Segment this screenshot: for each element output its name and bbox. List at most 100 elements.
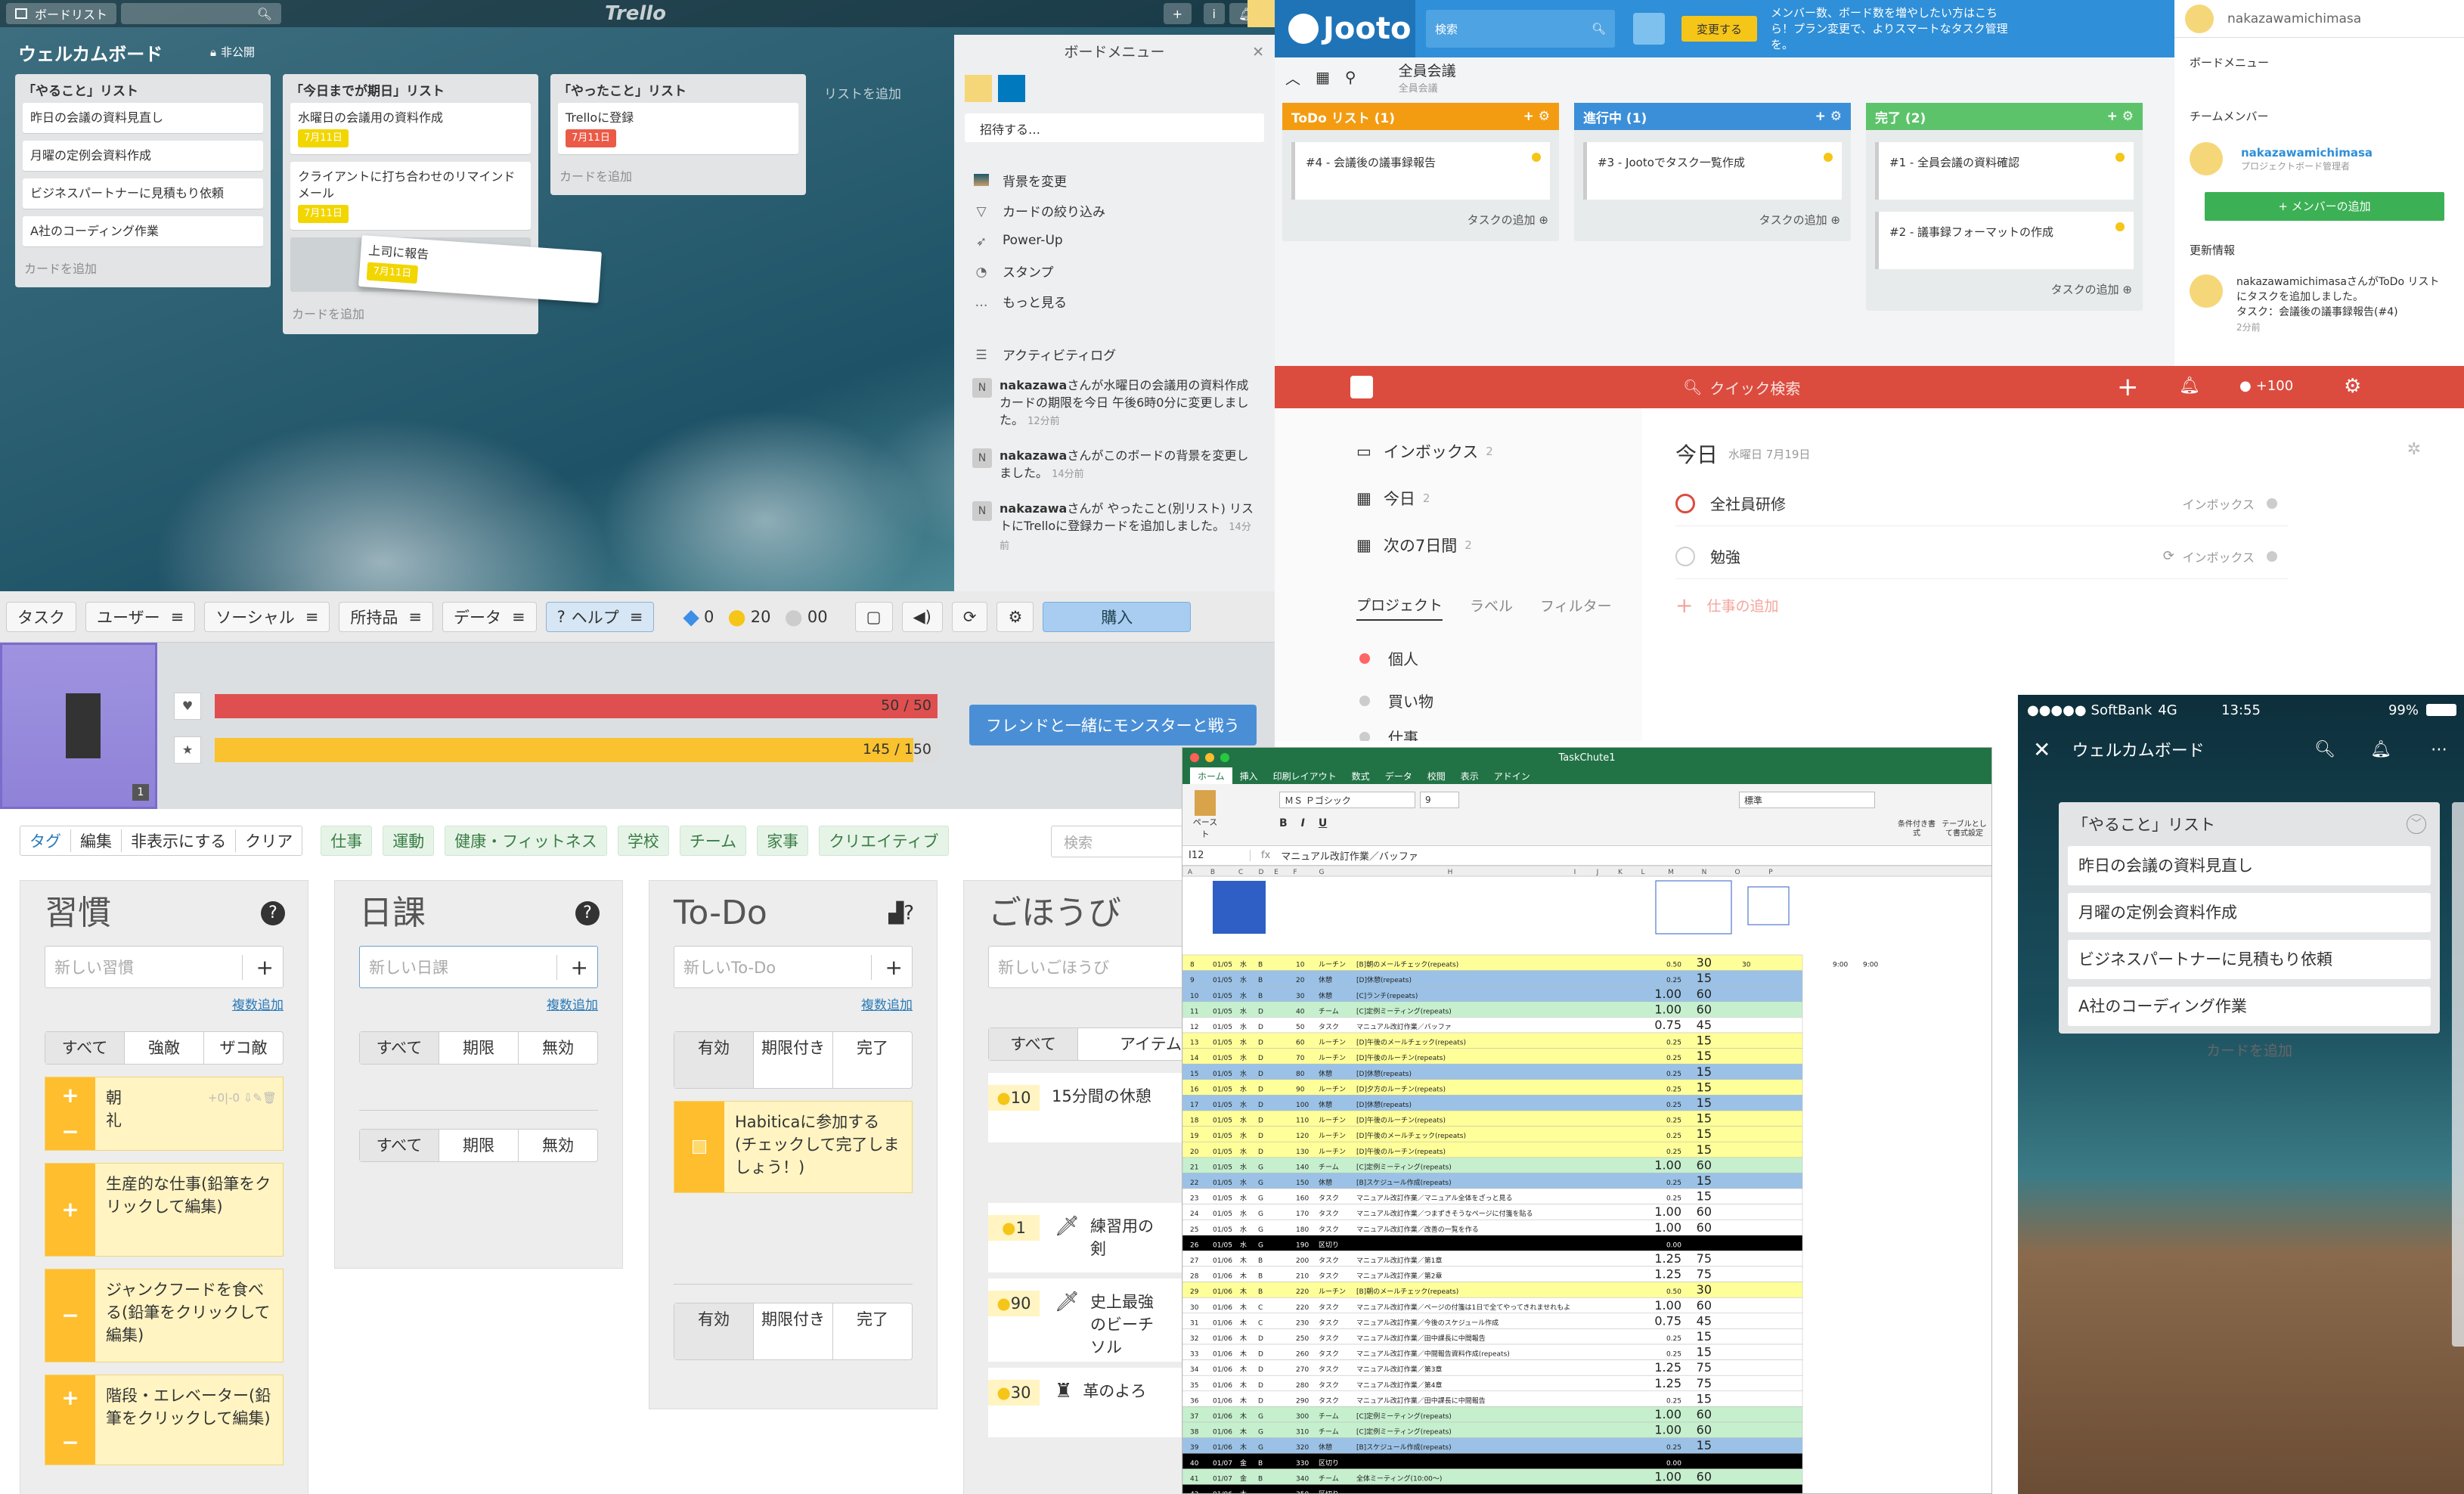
menu-data[interactable]: データ ≡ xyxy=(442,601,537,632)
chevron-down-icon[interactable]: ﹀ xyxy=(2407,814,2426,834)
tab-inactive[interactable]: 無効 xyxy=(519,1130,597,1161)
boards-button[interactable]: ボードリスト xyxy=(6,3,117,24)
bell-icon[interactable]: 🔔︎ xyxy=(2370,740,2391,759)
checkbox[interactable] xyxy=(1675,493,1695,513)
bold-icon[interactable]: B xyxy=(1279,817,1288,829)
nav-today[interactable]: ▦ 今日 2 xyxy=(1356,487,1430,510)
close-icon[interactable]: ✕ xyxy=(2033,737,2050,762)
more-icon[interactable]: ⋯ xyxy=(2431,740,2447,759)
italic-icon[interactable]: I xyxy=(1301,817,1305,829)
list-item[interactable]: #4 - 会議後の議事録報告 xyxy=(1291,142,1550,200)
spreadsheet-grid[interactable]: A B C D E F G H I J K L M N O P8 01/05 水 B 10 ルーチン [B]朝のメールチェ… xyxy=(1182,866,1992,1493)
list-item[interactable]: + 生産的な仕事(鉛筆をクリックして編集) xyxy=(45,1163,284,1257)
add-icon[interactable]: + xyxy=(1163,3,1192,24)
close-icon[interactable]: ✕ xyxy=(1252,35,1264,70)
nav-next-7-days[interactable]: ▦ 次の7日間 2 xyxy=(1356,534,1472,556)
reward-cost[interactable]: ●1 xyxy=(988,1215,1040,1241)
new-habit-input[interactable]: 新しい習慣 + xyxy=(45,946,284,988)
menu-help[interactable]: ? ヘルプ ≡ xyxy=(545,601,655,632)
member-row[interactable]: nakazawamichimasa プロジェクトボード管理者 xyxy=(2174,124,2464,175)
menu-more[interactable]: … もっと見る xyxy=(954,286,1275,316)
jooto-logo[interactable]: Jooto xyxy=(1275,0,1415,57)
filter-edit[interactable]: 編集 xyxy=(71,829,122,852)
add-task-button[interactable]: タスクの追加 ⊕ xyxy=(1866,281,2143,311)
bulk-add-link[interactable]: 複数追加 xyxy=(20,988,308,1013)
new-daily-input[interactable]: 新しい日課 + xyxy=(359,946,598,988)
list-item[interactable]: 昨日の会議の資料見直し xyxy=(23,103,263,133)
sync-icon[interactable]: ⟳ xyxy=(951,601,988,632)
tab-labels[interactable]: ラベル xyxy=(1470,595,1513,620)
ribbon-tab[interactable]: 挿入 xyxy=(1232,770,1266,783)
menu-inventory[interactable]: 所持品 ≡ xyxy=(339,601,434,632)
invite-button[interactable]: 招待する… xyxy=(965,113,1264,142)
ribbon-tab[interactable]: 校閲 xyxy=(1420,770,1453,783)
tag-chip[interactable]: 家事 xyxy=(757,826,809,856)
project-item[interactable]: 買い物 xyxy=(1359,690,1433,711)
tab-all[interactable]: すべて xyxy=(45,1032,125,1064)
minus-icon[interactable]: − xyxy=(61,1430,79,1454)
tab-due[interactable]: 期限 xyxy=(439,1130,519,1161)
menu-power-up[interactable]: ➶ Power-Up xyxy=(954,225,1275,256)
tab-all[interactable]: すべて xyxy=(360,1130,439,1161)
list-item[interactable]: 月曜の定例会資料作成 xyxy=(2068,893,2431,932)
plus-icon[interactable]: + xyxy=(61,1084,79,1107)
add-task-button[interactable]: + 仕事の追加 xyxy=(1675,593,1778,618)
menu-change-background[interactable]: 背景を変更 xyxy=(954,165,1275,195)
plus-icon[interactable]: + xyxy=(61,1386,79,1409)
tab-inactive[interactable]: 無効 xyxy=(519,1032,597,1064)
change-plan-button[interactable]: 変更する xyxy=(1681,16,1758,42)
bulk-add-link[interactable]: 複数追加 xyxy=(335,988,622,1013)
tab-dated[interactable]: 期限付き xyxy=(754,1032,833,1088)
add-task-button[interactable]: タスクの追加 ⊕ xyxy=(1282,212,1559,241)
paste-button[interactable]: ペースト xyxy=(1190,790,1220,840)
sound-icon[interactable]: ◀) xyxy=(901,601,943,632)
menu-stickers[interactable]: ◔ スタンプ xyxy=(954,256,1275,286)
avatar[interactable] xyxy=(1247,0,1275,27)
ribbon-tab[interactable]: データ xyxy=(1378,770,1420,783)
minus-icon[interactable]: − xyxy=(61,1304,79,1327)
reward-cost[interactable]: ●30 xyxy=(988,1380,1040,1406)
reward-cost[interactable]: ●10 xyxy=(988,1085,1040,1111)
gear-icon[interactable]: ⚙ xyxy=(2344,375,2361,398)
tab-weak[interactable]: ザコ敵 xyxy=(204,1032,283,1064)
reward-cost[interactable]: ●90 xyxy=(988,1291,1040,1316)
add-icon[interactable]: + xyxy=(241,954,274,980)
tag-chip[interactable]: 運動 xyxy=(383,826,435,856)
new-todo-input[interactable]: 新しいTo-Do + xyxy=(674,946,913,988)
trello-app-icon[interactable] xyxy=(998,75,1025,102)
add-card-button[interactable]: カードを追加 xyxy=(2059,1034,2440,1060)
bell-icon[interactable]: 🔔︎ xyxy=(2179,377,2200,395)
board-visibility[interactable]: 🔒︎ 非公開 xyxy=(210,44,255,60)
menu-social[interactable]: ソーシャル ≡ xyxy=(204,601,330,632)
add-card-button[interactable]: カードを追加 xyxy=(290,299,531,327)
gear-icon[interactable]: ⚙ xyxy=(996,601,1034,632)
calendar-icon[interactable]: ▦ xyxy=(1316,68,1330,86)
add-gear-icon[interactable]: + ⚙ xyxy=(1815,109,1842,124)
pin-icon[interactable]: ⚲ xyxy=(1345,68,1356,86)
checkbox[interactable] xyxy=(1675,546,1695,566)
tag-chip[interactable]: クリエイティブ xyxy=(819,826,949,856)
tab-all[interactable]: すべて xyxy=(989,1028,1078,1060)
add-gear-icon[interactable]: + ⚙ xyxy=(2107,109,2134,124)
karma-badge[interactable]: ● +100 xyxy=(2239,378,2293,394)
number-format-select[interactable]: 標準 xyxy=(1739,792,1875,808)
side-board-menu[interactable]: ボードメニュー xyxy=(2174,38,2464,70)
font-size-select[interactable]: 9 xyxy=(1420,792,1459,808)
task-row[interactable]: 勉強 ⟳ インボックス xyxy=(1675,534,2288,579)
tab-all[interactable]: すべて xyxy=(360,1032,439,1064)
list-item[interactable]: #2 - 議事録フォーマットの作成 xyxy=(1875,212,2134,269)
filter-hide[interactable]: 非表示にする xyxy=(122,829,237,852)
tag-chip[interactable]: 健康・フィットネス xyxy=(445,826,607,856)
column-header[interactable]: 進行中 (1) + ⚙ xyxy=(1574,103,1851,130)
jooto-user-bar[interactable]: nakazawamichimasa xyxy=(2174,0,2464,38)
settings-icon[interactable]: ✲ xyxy=(2407,440,2421,459)
task-tools-icon[interactable]: +0|-0 ⇩✎🗑 xyxy=(208,1077,283,1150)
chevron-up-icon[interactable]: ︿ xyxy=(1285,67,1300,88)
list-item[interactable]: A社のコーディング作業 xyxy=(2068,987,2431,1026)
add-gear-icon[interactable]: + ⚙ xyxy=(1523,109,1550,124)
habitica-search-input[interactable]: 検索 xyxy=(1051,826,1195,857)
info-icon[interactable]: i xyxy=(1203,3,1225,24)
tab-active[interactable]: 有効 xyxy=(674,1303,754,1359)
ribbon-tab[interactable]: 印刷レイアウト xyxy=(1266,770,1344,783)
list-item[interactable]: #3 - Jootoでタスク一覧作成 xyxy=(1583,142,1842,200)
